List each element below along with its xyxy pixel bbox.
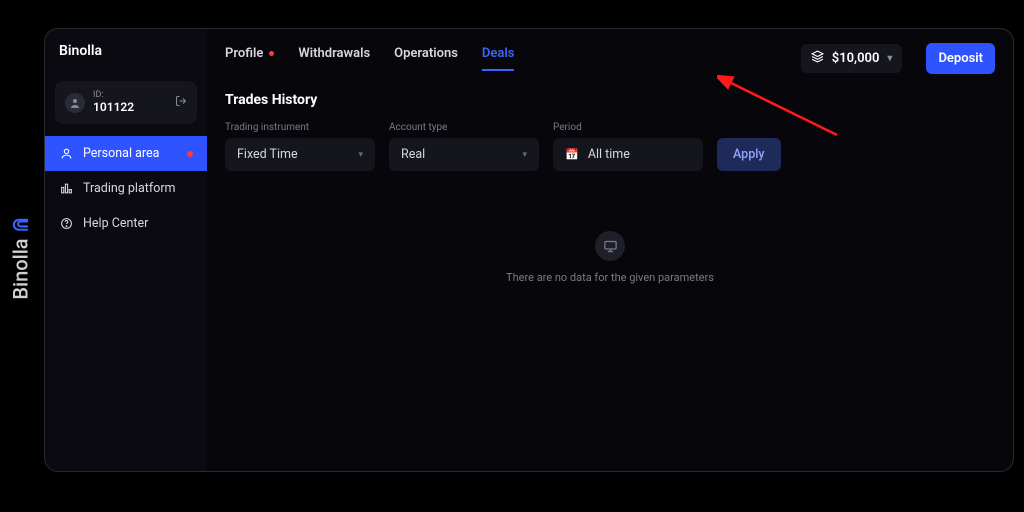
select-value: Real bbox=[401, 147, 425, 162]
chart-icon bbox=[59, 182, 73, 195]
tab-label: Withdrawals bbox=[298, 46, 370, 61]
avatar-icon bbox=[65, 93, 85, 113]
help-icon bbox=[59, 217, 73, 230]
balance-selector[interactable]: $10,000 ▾ bbox=[801, 44, 903, 73]
user-id-label: ID: bbox=[93, 91, 134, 100]
user-id-card[interactable]: ID: 101122 bbox=[55, 81, 197, 124]
sidebar: Binolla ID: 101122 Personal area bbox=[45, 29, 207, 471]
filter-account-type: Account type Real ▾ bbox=[389, 122, 539, 171]
tab-label: Deals bbox=[482, 46, 515, 61]
sidebar-item-label: Help Center bbox=[83, 216, 148, 231]
main: Profile Withdrawals Operations Deals $ bbox=[207, 29, 1013, 471]
calendar-icon: 📅 bbox=[565, 148, 579, 161]
filter-label: Trading instrument bbox=[225, 122, 375, 133]
select-value: All time bbox=[588, 147, 630, 162]
empty-state: There are no data for the given paramete… bbox=[225, 231, 995, 284]
logout-icon[interactable] bbox=[175, 95, 187, 110]
empty-message: There are no data for the given paramete… bbox=[506, 271, 714, 284]
tab-deals[interactable]: Deals bbox=[482, 46, 515, 71]
app-frame: Binolla ID: 101122 Personal area bbox=[44, 28, 1014, 472]
filter-label: Account type bbox=[389, 122, 539, 133]
chevron-down-icon: ▾ bbox=[358, 150, 363, 160]
account-type-select[interactable]: Real ▾ bbox=[389, 138, 539, 171]
tab-label: Operations bbox=[394, 46, 458, 61]
filter-label: Period bbox=[553, 122, 703, 133]
sidebar-item-label: Trading platform bbox=[83, 181, 176, 196]
sidebar-item-personal-area[interactable]: Personal area bbox=[45, 136, 207, 171]
filter-instrument: Trading instrument Fixed Time ▾ bbox=[225, 122, 375, 171]
vertical-brand: Binolla bbox=[8, 212, 33, 299]
tab-profile[interactable]: Profile bbox=[225, 46, 274, 71]
tab-operations[interactable]: Operations bbox=[394, 46, 458, 71]
layers-icon bbox=[811, 50, 824, 67]
chevron-down-icon: ▾ bbox=[887, 53, 892, 64]
deposit-button[interactable]: Deposit bbox=[926, 43, 995, 74]
sidebar-brand: Binolla bbox=[45, 43, 207, 73]
balance-amount: $10,000 bbox=[832, 51, 880, 66]
monitor-icon bbox=[595, 231, 625, 261]
sidebar-nav: Personal area Trading platform Help Cent… bbox=[45, 136, 207, 241]
period-select[interactable]: 📅 All time bbox=[553, 138, 703, 171]
brand-text: Binolla bbox=[9, 238, 33, 299]
sidebar-item-label: Personal area bbox=[83, 146, 159, 161]
notification-dot bbox=[269, 51, 274, 56]
filter-period: Period 📅 All time bbox=[553, 122, 703, 171]
notification-dot bbox=[187, 151, 193, 157]
content: Trades History Trading instrument Fixed … bbox=[207, 74, 1013, 302]
select-value: Fixed Time bbox=[237, 147, 298, 162]
sidebar-item-trading-platform[interactable]: Trading platform bbox=[45, 171, 207, 206]
section-title: Trades History bbox=[225, 92, 995, 108]
sidebar-item-help-center[interactable]: Help Center bbox=[45, 206, 207, 241]
chevron-down-icon: ▾ bbox=[522, 150, 527, 160]
tabs: Profile Withdrawals Operations Deals bbox=[225, 46, 514, 71]
apply-button[interactable]: Apply bbox=[717, 138, 781, 171]
topbar: Profile Withdrawals Operations Deals $ bbox=[207, 29, 1013, 74]
user-icon bbox=[59, 147, 73, 160]
filters-row: Trading instrument Fixed Time ▾ Account … bbox=[225, 122, 995, 171]
instrument-select[interactable]: Fixed Time ▾ bbox=[225, 138, 375, 171]
brand-logo-icon bbox=[11, 210, 31, 235]
tab-withdrawals[interactable]: Withdrawals bbox=[298, 46, 370, 71]
user-id-value: 101122 bbox=[93, 100, 134, 114]
tab-label: Profile bbox=[225, 46, 263, 61]
